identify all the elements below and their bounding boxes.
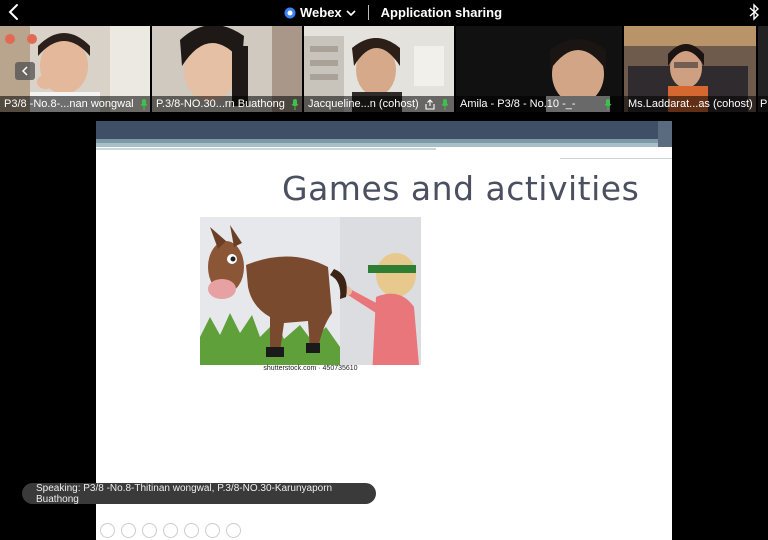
- webex-logo-icon: [284, 7, 296, 18]
- share-icon: [425, 98, 435, 110]
- participant-tile[interactable]: P3/8 -No.8-...nan wongwal: [0, 26, 150, 112]
- image-caption: shutterstock.com · 450735610: [200, 365, 421, 377]
- mic-on-icon: [441, 98, 449, 110]
- participant-strip: P3/8 -No.8-...nan wongwal P.3/8-NO.30...…: [0, 26, 768, 112]
- meeting-title-bar: Webex Application sharing: [284, 4, 502, 21]
- previous-participants-button[interactable]: [15, 62, 35, 80]
- slide-tool-button[interactable]: [142, 523, 157, 538]
- participant-name: Jacqueline...n (cohost): [308, 98, 419, 110]
- participant-name-row: Amila - P3/8 - No.10 -_-: [456, 96, 622, 112]
- participant-name: P: [760, 98, 768, 110]
- chevron-left-icon: [21, 66, 28, 76]
- slide-tool-button[interactable]: [163, 523, 178, 538]
- window-control-dots[interactable]: [5, 34, 37, 44]
- bluetooth-icon: [749, 3, 760, 21]
- slide-tool-button[interactable]: [205, 523, 220, 538]
- slide-header-band: [96, 121, 672, 147]
- slide-title: Games and activities: [282, 169, 640, 208]
- participant-tile[interactable]: P.3/8-NO.30...rn Buathong: [152, 26, 302, 112]
- speaking-text: Speaking: P3/8 -No.8-Thitinan wongwal, P…: [36, 482, 333, 505]
- back-chevron-icon[interactable]: [6, 3, 22, 21]
- participant-tile[interactable]: Ms.Laddarat...as (cohost): [624, 26, 756, 112]
- title-divider: [367, 5, 369, 20]
- participant-tile[interactable]: P: [758, 26, 768, 112]
- chevron-down-icon[interactable]: [346, 9, 356, 17]
- participant-name-row: Ms.Laddarat...as (cohost): [624, 96, 756, 112]
- participant-tile[interactable]: Jacqueline...n (cohost): [304, 26, 454, 112]
- participant-name: Ms.Laddarat...as (cohost): [628, 98, 753, 110]
- slide-tool-button[interactable]: [226, 523, 241, 538]
- participant-name: P3/8 -No.8-...nan wongwal: [4, 98, 134, 110]
- slide-tool-button[interactable]: [100, 523, 115, 538]
- mic-on-icon: [140, 98, 148, 110]
- participant-name: Amila - P3/8 - No.10 -_-: [460, 98, 576, 110]
- slide-image: [200, 217, 421, 377]
- slide-tool-button[interactable]: [121, 523, 136, 538]
- mic-on-icon: [604, 98, 611, 110]
- mic-on-icon: [291, 98, 299, 110]
- sharing-mode-label: Application sharing: [380, 5, 503, 20]
- app-name[interactable]: Webex: [300, 5, 342, 20]
- participant-name-row: P.3/8-NO.30...rn Buathong: [152, 96, 302, 112]
- slide-divider: [560, 158, 672, 159]
- participant-name-row: P3/8 -No.8-...nan wongwal: [0, 96, 150, 112]
- slide-tool-button[interactable]: [184, 523, 199, 538]
- participant-name: P.3/8-NO.30...rn Buathong: [156, 98, 285, 110]
- participant-name-row: P: [758, 96, 768, 112]
- participant-name-row: Jacqueline...n (cohost): [304, 96, 454, 112]
- speaking-indicator: Speaking: P3/8 -No.8-Thitinan wongwal, P…: [22, 482, 376, 505]
- top-bar: Webex Application sharing: [0, 0, 768, 25]
- participant-tile[interactable]: Amila - P3/8 - No.10 -_-: [456, 26, 622, 112]
- slide-divider: [96, 148, 436, 150]
- slide-toolbar: [100, 523, 241, 538]
- shared-slide: Games and activities shutterstock.com · …: [96, 121, 672, 540]
